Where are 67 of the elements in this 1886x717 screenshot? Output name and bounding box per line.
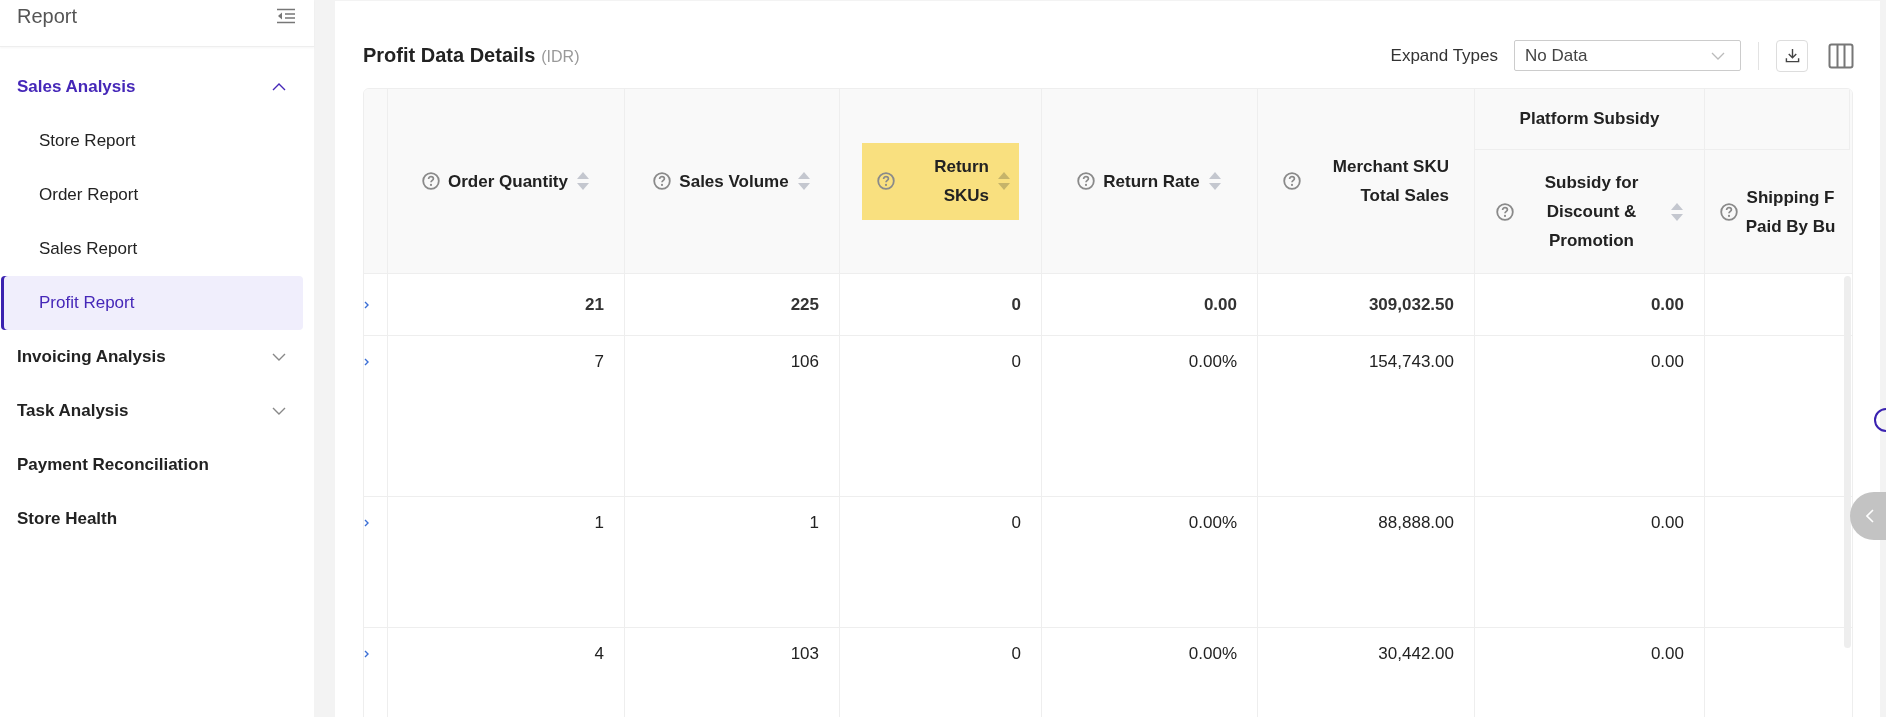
submenu-item[interactable]: Order Report <box>1 168 303 222</box>
collapse-menu-icon[interactable] <box>276 8 296 24</box>
column-header[interactable]: Subsidy for Discount & Promotion <box>1487 158 1692 265</box>
highlighted-header[interactable]: Return SKUs <box>862 142 1019 220</box>
menu-item[interactable]: Payment Reconciliation <box>0 438 314 492</box>
expand-types-select[interactable]: No Data <box>1514 40 1741 71</box>
column-header[interactable]: Return Rate <box>1069 156 1230 206</box>
menu-item[interactable]: Store Health <box>0 492 314 546</box>
help-icon[interactable] <box>1495 202 1514 221</box>
chevron-icon <box>272 407 286 415</box>
scrollbar[interactable] <box>1844 276 1851 648</box>
table-cell-text: 30,442.00 <box>1378 644 1454 665</box>
table-cell-text: 7 <box>594 352 604 373</box>
table-cell-text: 106 <box>790 352 819 373</box>
table-cell-text: 1 <box>809 513 819 534</box>
table-cell-text: 88,888.00 <box>1378 513 1454 534</box>
table-cell-text: 0.00% <box>1188 352 1237 373</box>
column-header[interactable]: Sales Volume <box>645 156 819 206</box>
help-icon[interactable] <box>1283 172 1301 190</box>
table-cell-text: 0.00 <box>1650 513 1684 534</box>
help-icon[interactable] <box>1719 202 1738 221</box>
column-header[interactable]: Shipping F Paid By Bu <box>1711 172 1844 251</box>
columns-icon[interactable] <box>1828 42 1854 69</box>
chevron-icon <box>272 353 286 361</box>
sidebar-title: Report <box>17 4 78 28</box>
column-header[interactable]: Order Quantity <box>414 156 598 206</box>
currency-label: (IDR) <box>541 48 580 66</box>
table-cell: 0.00 <box>1650 294 1684 315</box>
menu-group[interactable]: Sales Analysis <box>0 60 314 114</box>
table-cell-text: 0 <box>1011 644 1021 665</box>
download-icon <box>1784 48 1800 63</box>
help-icon[interactable] <box>877 172 895 190</box>
column-header[interactable]: Merchant SKU Total Sales <box>1275 142 1457 220</box>
table-cell-text: 0 <box>1011 513 1021 534</box>
table-cell: 0.00 <box>1203 294 1237 315</box>
help-icon[interactable] <box>653 172 672 190</box>
help-icon[interactable] <box>1077 172 1096 190</box>
group-header: Platform Subsidy <box>1519 109 1660 129</box>
submenu-item[interactable]: Store Report <box>1 114 303 168</box>
chevron-down-icon <box>1711 51 1725 60</box>
table-cell: 225 <box>790 294 819 315</box>
table-cell-text: 0.00% <box>1188 644 1237 665</box>
table-cell-text: 154,743.00 <box>1368 352 1454 373</box>
submenu-item[interactable]: Sales Report <box>1 222 303 276</box>
chevron-icon <box>364 519 369 527</box>
download-button[interactable] <box>1776 39 1808 72</box>
chevron-left-icon <box>1866 509 1874 523</box>
table-cell: 21 <box>585 294 604 315</box>
table-cell: 0 <box>1011 294 1021 315</box>
table-cell-text: 0.00 <box>1650 644 1684 665</box>
chevron-icon <box>364 300 369 309</box>
table-cell-text: 0 <box>1011 352 1021 373</box>
panel-title: Profit Data Details <box>363 44 536 67</box>
table-cell-text: 1 <box>594 513 604 534</box>
chevron-icon <box>272 83 286 91</box>
table-cell-text: 0.00% <box>1188 513 1237 534</box>
table-cell: 309,032.50 <box>1368 294 1454 315</box>
help-icon[interactable] <box>422 172 440 190</box>
menu-group[interactable]: Invoicing Analysis <box>0 330 314 384</box>
table-cell-text: 0.00 <box>1650 352 1684 373</box>
expand-types-label: Expand Types <box>1390 45 1498 66</box>
chevron-icon <box>364 650 369 658</box>
submenu-item[interactable]: Profit Report <box>1 276 303 330</box>
table-cell-text: 103 <box>790 644 819 665</box>
menu-group[interactable]: Task Analysis <box>0 384 314 438</box>
table-cell-text: 4 <box>594 644 604 665</box>
chevron-icon <box>364 358 369 366</box>
